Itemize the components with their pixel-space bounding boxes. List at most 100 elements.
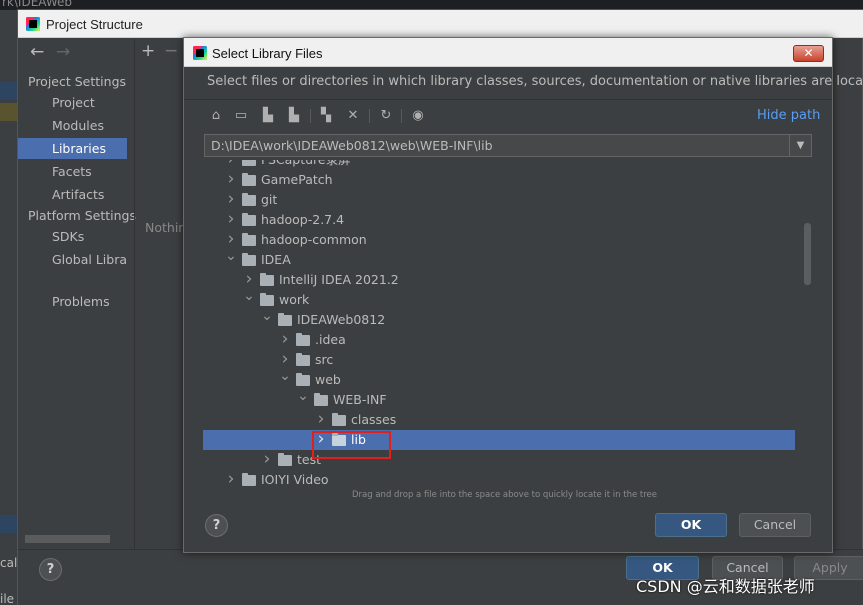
chevron-right-icon[interactable]: › xyxy=(315,409,327,429)
chevron-down-icon[interactable]: ⌄ xyxy=(225,246,237,266)
folder-icon xyxy=(314,393,328,406)
module-folder-icon[interactable]: ▙ xyxy=(286,108,302,124)
tree-row-web[interactable]: ⌄ web xyxy=(203,368,795,390)
remove-icon[interactable]: − xyxy=(164,41,178,61)
chevron-right-icon[interactable]: › xyxy=(225,469,237,489)
project-structure-title: Project Structure xyxy=(46,17,143,32)
tree-item-label: src xyxy=(315,352,334,367)
background-title-text: rk\IDEAWeb xyxy=(2,0,73,9)
sidebar-item-problems[interactable]: Problems xyxy=(18,291,127,312)
annotation-highlight-box xyxy=(312,431,391,459)
toolbar-separator xyxy=(369,109,370,123)
tree-item-label: .idea xyxy=(315,332,346,347)
sidebar-item-libraries[interactable]: Libraries xyxy=(18,138,127,159)
close-button[interactable]: ✕ xyxy=(793,45,824,62)
chevron-down-icon[interactable]: ⌄ xyxy=(297,386,309,406)
help-button[interactable]: ? xyxy=(39,558,62,581)
help-button[interactable]: ? xyxy=(205,514,228,537)
tree-row-hadoop-common[interactable]: › hadoop-common xyxy=(203,229,795,250)
chevron-down-icon[interactable]: ▼ xyxy=(789,135,811,156)
background-selected-row xyxy=(0,515,17,533)
folder-icon xyxy=(242,213,256,226)
tree-row-hadoop-2-7-4[interactable]: › hadoop-2.7.4 xyxy=(203,209,795,230)
sidebar-item-facets[interactable]: Facets xyxy=(18,161,127,182)
tree-row-classes[interactable]: › classes xyxy=(203,409,795,430)
sidebar-item-artifacts[interactable]: Artifacts xyxy=(18,184,127,205)
tree-item-label: IntelliJ IDEA 2021.2 xyxy=(279,272,399,287)
sidebar-item-sdks[interactable]: SDKs xyxy=(18,226,127,247)
tree-row-ideaweb0812[interactable]: ⌄ IDEAWeb0812 xyxy=(203,308,795,330)
new-folder-icon[interactable]: ▚ xyxy=(318,108,334,124)
background-text: ile xyxy=(0,592,15,605)
background-left-panel: cal ile xyxy=(0,10,17,605)
tree-item-label: git xyxy=(261,192,278,207)
ok-button[interactable]: OK xyxy=(655,513,727,537)
folder-icon xyxy=(260,273,274,286)
chevron-right-icon[interactable]: › xyxy=(225,189,237,209)
project-structure-titlebar[interactable]: Project Structure xyxy=(18,10,863,38)
cancel-button[interactable]: Cancel xyxy=(739,513,811,537)
navigation-bar: ← → xyxy=(25,39,134,65)
forward-arrow-icon[interactable]: → xyxy=(56,42,70,62)
dialog-title: Select Library Files xyxy=(212,46,323,61)
chevron-right-icon[interactable]: › xyxy=(261,449,273,469)
chevron-right-icon[interactable]: › xyxy=(279,329,291,349)
tree-row-work[interactable]: ⌄ work xyxy=(203,288,795,310)
path-input[interactable]: D:\IDEA\work\IDEAWeb0812\web\WEB-INF\lib… xyxy=(204,134,812,157)
folder-icon xyxy=(296,373,310,386)
show-hidden-files-icon[interactable]: ◉ xyxy=(410,108,426,124)
sidebar-item-project[interactable]: Project xyxy=(18,92,127,113)
tree-row-src[interactable]: › src xyxy=(203,349,795,370)
chevron-down-icon[interactable]: ⌄ xyxy=(243,286,255,306)
file-tree: ›FSCapture录屏›GamePatch›git›hadoop-2.7.4›… xyxy=(203,160,813,490)
tree-row-git[interactable]: › git xyxy=(203,189,795,210)
desktop-icon[interactable]: ▭ xyxy=(233,108,249,124)
chevron-right-icon[interactable]: › xyxy=(225,160,237,169)
project-folder-icon[interactable]: ▙ xyxy=(260,108,276,124)
home-icon[interactable]: ⌂ xyxy=(208,108,224,124)
folder-icon xyxy=(332,413,346,426)
sidebar-item-modules[interactable]: Modules xyxy=(18,115,127,136)
toolbar-separator xyxy=(401,109,402,123)
delete-icon[interactable]: ✕ xyxy=(345,108,361,124)
chevron-right-icon[interactable]: › xyxy=(225,209,237,229)
path-value[interactable]: D:\IDEA\work\IDEAWeb0812\web\WEB-INF\lib xyxy=(211,138,493,153)
add-icon[interactable]: + xyxy=(141,41,155,61)
tree-row-fscapture[interactable]: › FSCapture录屏 xyxy=(203,160,795,170)
watermark: CSDN @云和数据张老师 xyxy=(636,577,815,596)
folder-icon xyxy=(278,313,292,326)
hide-path-link[interactable]: Hide path xyxy=(757,108,820,123)
tree-scrollbar[interactable] xyxy=(804,223,811,285)
back-arrow-icon[interactable]: ← xyxy=(30,42,44,62)
tree-row-intellij-idea-2021-2[interactable]: › IntelliJ IDEA 2021.2 xyxy=(203,269,795,290)
tree-item-label: IDEAWeb0812 xyxy=(297,312,386,327)
chevron-right-icon[interactable]: › xyxy=(225,169,237,189)
folder-icon xyxy=(242,173,256,186)
tree-row-idea[interactable]: ⌄ IDEA xyxy=(203,248,795,270)
chevron-down-icon[interactable]: ⌄ xyxy=(279,366,291,386)
panel-divider[interactable] xyxy=(134,39,135,549)
chevron-down-icon[interactable]: ⌄ xyxy=(261,306,273,326)
background-highlighted-row xyxy=(0,103,17,121)
tree-row-idea[interactable]: › .idea xyxy=(203,329,795,350)
sidebar-scrollbar[interactable] xyxy=(25,535,110,543)
intellij-logo-icon xyxy=(26,17,40,31)
tree-row-test[interactable]: › test xyxy=(203,449,795,470)
tree-row-lib[interactable]: › lib xyxy=(203,429,795,450)
tree-row-web-inf[interactable]: ⌄ WEB-INF xyxy=(203,388,795,410)
background-text: cal xyxy=(0,556,18,570)
empty-state-text: Nothin xyxy=(145,220,187,235)
refresh-icon[interactable]: ↻ xyxy=(378,108,394,124)
tree-item-label: IDEA xyxy=(261,252,291,267)
select-library-files-dialog: Select Library Files ✕ Select files or d… xyxy=(183,37,863,553)
drag-drop-hint: Drag and drop a file into the space abov… xyxy=(352,490,658,500)
dialog-titlebar[interactable]: Select Library Files ✕ xyxy=(184,38,832,67)
folder-icon xyxy=(242,160,256,166)
sidebar-item-global-libraries[interactable]: Global Librar xyxy=(18,249,127,270)
folder-icon xyxy=(242,473,256,486)
tree-row-ioiyi-video[interactable]: › IOIYI Video xyxy=(203,469,795,490)
tree-item-label: work xyxy=(279,292,310,307)
folder-icon xyxy=(242,193,256,206)
tree-row-gamepatch[interactable]: › GamePatch xyxy=(203,169,795,190)
folder-icon xyxy=(278,453,292,466)
